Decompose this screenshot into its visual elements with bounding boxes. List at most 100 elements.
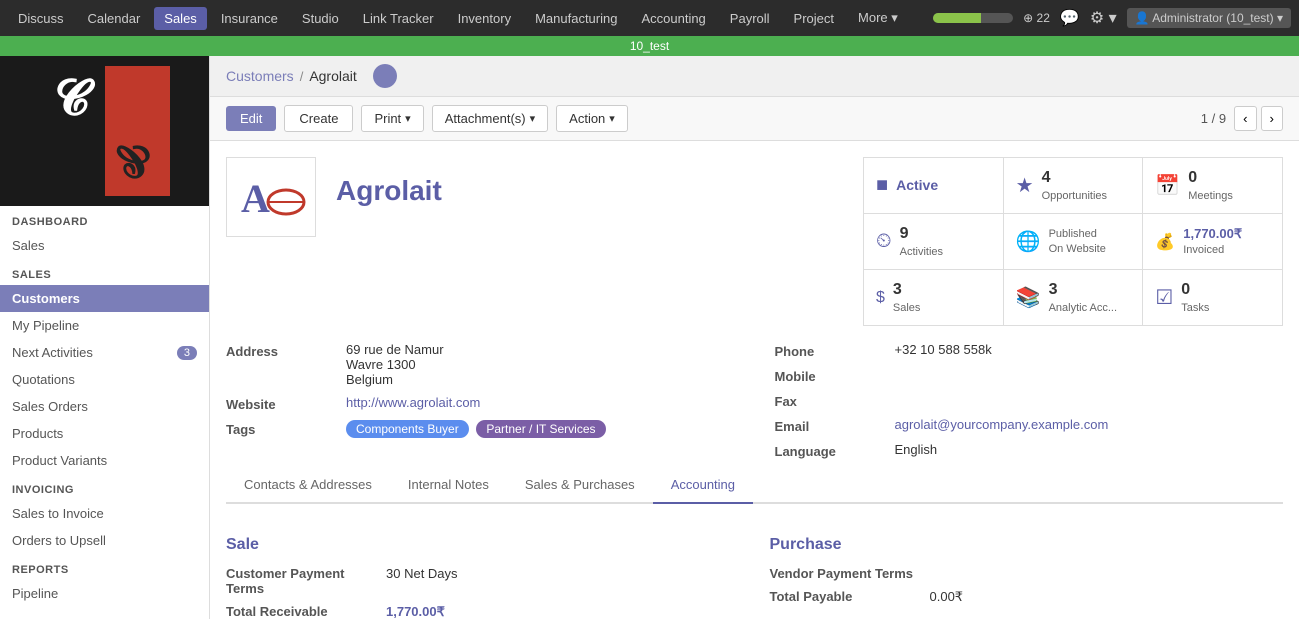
- tag-partner-it-services[interactable]: Partner / IT Services: [476, 420, 605, 438]
- tab-contacts[interactable]: Contacts & Addresses: [226, 467, 390, 504]
- phone-value: +32 10 588 558k: [895, 342, 992, 359]
- address-street: 69 rue de Namur: [346, 342, 444, 357]
- sidebar-item-quotations[interactable]: Quotations: [0, 366, 209, 393]
- sales-icon: $: [876, 289, 885, 307]
- email-link[interactable]: agrolait@yourcompany.example.com: [895, 417, 1109, 432]
- tasks-label: Tasks: [1181, 301, 1209, 315]
- sidebar-item-products[interactable]: Products: [0, 420, 209, 447]
- edit-button[interactable]: Edit: [226, 106, 276, 131]
- tab-internal-notes[interactable]: Internal Notes: [390, 467, 507, 504]
- stat-info-analytic: 3 Analytic Acc...: [1049, 280, 1117, 315]
- breadcrumb: Customers / Agrolait: [210, 56, 1299, 97]
- stat-boxes: ■ Active ★ 4 Opportunities 📅: [863, 157, 1283, 326]
- meetings-count: 0: [1188, 168, 1233, 189]
- nav-insurance[interactable]: Insurance: [211, 7, 288, 30]
- stat-info-opportunities: 4 Opportunities: [1042, 168, 1107, 203]
- sidebar-item-customers[interactable]: Customers: [0, 285, 209, 312]
- print-button[interactable]: Print: [361, 105, 423, 132]
- active-icon: ■: [876, 174, 888, 197]
- tenant-bar: 10_test: [0, 36, 1299, 56]
- email-value: agrolait@yourcompany.example.com: [895, 417, 1109, 434]
- tasks-icon: ☑: [1155, 285, 1173, 310]
- nav-manufacturing[interactable]: Manufacturing: [525, 7, 627, 30]
- top-nav-right: ⊕ 22 💬 ⚙ ▾ 👤 Administrator (10_test) ▾: [933, 8, 1291, 28]
- stat-box-activities[interactable]: ⏲ 9 Activities: [864, 214, 1003, 269]
- stat-box-analytic[interactable]: 📚 3 Analytic Acc...: [1004, 270, 1143, 325]
- sidebar-section-reports: Reports: [0, 554, 209, 580]
- toolbar-right: 1 / 9 ‹ ›: [1201, 106, 1283, 131]
- sidebar-section-dashboard: Dashboard: [0, 206, 209, 232]
- address-country: Belgium: [346, 372, 444, 387]
- stat-box-meetings[interactable]: 📅 0 Meetings: [1143, 158, 1282, 213]
- mobile-label: Mobile: [775, 367, 895, 384]
- active-status-label: Active: [896, 176, 938, 194]
- sidebar-item-sales-dashboard[interactable]: Sales: [0, 232, 209, 259]
- messages-icon[interactable]: 💬: [1060, 8, 1080, 28]
- nav-calendar[interactable]: Calendar: [78, 7, 151, 30]
- stat-box-invoiced[interactable]: 💰 1,770.00₹ Invoiced: [1143, 214, 1282, 269]
- activities-icon: ⏲: [876, 230, 892, 253]
- nav-project[interactable]: Project: [784, 7, 844, 30]
- tag-components-buyer[interactable]: Components Buyer: [346, 420, 469, 438]
- action-button[interactable]: Action: [556, 105, 628, 132]
- main-form: Address 69 rue de Namur Wavre 1300 Belgi…: [226, 342, 1283, 467]
- notification-count[interactable]: ⊕ 22: [1023, 11, 1050, 25]
- user-menu[interactable]: 👤 Administrator (10_test) ▾: [1127, 8, 1291, 28]
- attachments-button[interactable]: Attachment(s): [432, 105, 548, 132]
- nav-studio[interactable]: Studio: [292, 7, 349, 30]
- stat-box-active[interactable]: ■ Active: [864, 158, 1003, 213]
- next-button[interactable]: ›: [1261, 106, 1283, 131]
- published-label: PublishedOn Website: [1049, 227, 1106, 256]
- stat-info-activities: 9 Activities: [900, 224, 943, 259]
- language-label: Language: [775, 442, 895, 459]
- website-value: http://www.agrolait.com: [346, 395, 480, 412]
- customer-payment-terms-label: Customer Payment Terms: [226, 566, 386, 596]
- opportunities-icon: ★: [1016, 173, 1034, 198]
- nav-more[interactable]: More ▾: [848, 6, 908, 30]
- breadcrumb-parent[interactable]: Customers: [226, 68, 294, 84]
- sidebar-item-next-activities[interactable]: Next Activities 3: [0, 339, 209, 366]
- sidebar-item-sales-to-invoice[interactable]: Sales to Invoice: [0, 500, 209, 527]
- total-payable-value: 0.00₹: [930, 589, 964, 605]
- nav-discuss[interactable]: Discuss: [8, 7, 74, 30]
- logo-red-bottom: 𝓒: [105, 131, 170, 196]
- stat-box-published[interactable]: 🌐 PublishedOn Website: [1004, 214, 1143, 269]
- nav-payroll[interactable]: Payroll: [720, 7, 780, 30]
- nav-accounting[interactable]: Accounting: [631, 7, 715, 30]
- sidebar-item-my-pipeline[interactable]: My Pipeline: [0, 312, 209, 339]
- activities-label: Activities: [900, 245, 943, 259]
- settings-icon[interactable]: ⚙ ▾: [1090, 8, 1117, 28]
- website-link[interactable]: http://www.agrolait.com: [346, 395, 480, 410]
- vendor-payment-terms-row: Vendor Payment Terms: [770, 566, 1284, 581]
- tab-sales-purchases[interactable]: Sales & Purchases: [507, 467, 653, 504]
- nav-link-tracker[interactable]: Link Tracker: [353, 7, 444, 30]
- sidebar-item-sales-orders[interactable]: Sales Orders: [0, 393, 209, 420]
- tasks-count: 0: [1181, 280, 1209, 301]
- phone-label: Phone: [775, 342, 895, 359]
- website-label: Website: [226, 395, 346, 412]
- agrolait-logo-svg: A: [236, 167, 306, 227]
- prev-button[interactable]: ‹: [1234, 106, 1256, 131]
- purchase-title: Purchase: [770, 536, 1284, 554]
- logo-box: 𝓒 𝓒: [40, 66, 170, 196]
- sidebar-item-pipeline[interactable]: Pipeline: [0, 580, 209, 607]
- stat-info-sales: 3 Sales: [893, 280, 921, 315]
- email-label: Email: [775, 417, 895, 434]
- top-navigation: Discuss Calendar Sales Insurance Studio …: [0, 0, 1299, 36]
- sidebar-item-orders-to-upsell[interactable]: Orders to Upsell: [0, 527, 209, 554]
- progress-fill: [933, 13, 981, 23]
- tab-accounting[interactable]: Accounting: [653, 467, 753, 504]
- sidebar: 𝓒 𝓒 Dashboard Sales Sales Customers: [0, 56, 210, 619]
- nav-inventory[interactable]: Inventory: [448, 7, 521, 30]
- sidebar-item-product-variants[interactable]: Product Variants: [0, 447, 209, 474]
- address-city: Wavre 1300: [346, 357, 444, 372]
- create-button[interactable]: Create: [284, 105, 353, 132]
- stat-box-sales[interactable]: $ 3 Sales: [864, 270, 1003, 325]
- nav-sales[interactable]: Sales: [154, 7, 207, 30]
- stat-box-opportunities[interactable]: ★ 4 Opportunities: [1004, 158, 1143, 213]
- company-name: Agrolait: [336, 165, 843, 207]
- opportunities-label: Opportunities: [1042, 189, 1107, 203]
- stat-box-tasks[interactable]: ☑ 0 Tasks: [1143, 270, 1282, 325]
- accounting-content: Sale Customer Payment Terms 30 Net Days …: [226, 520, 1283, 619]
- published-icon: 🌐: [1016, 229, 1041, 254]
